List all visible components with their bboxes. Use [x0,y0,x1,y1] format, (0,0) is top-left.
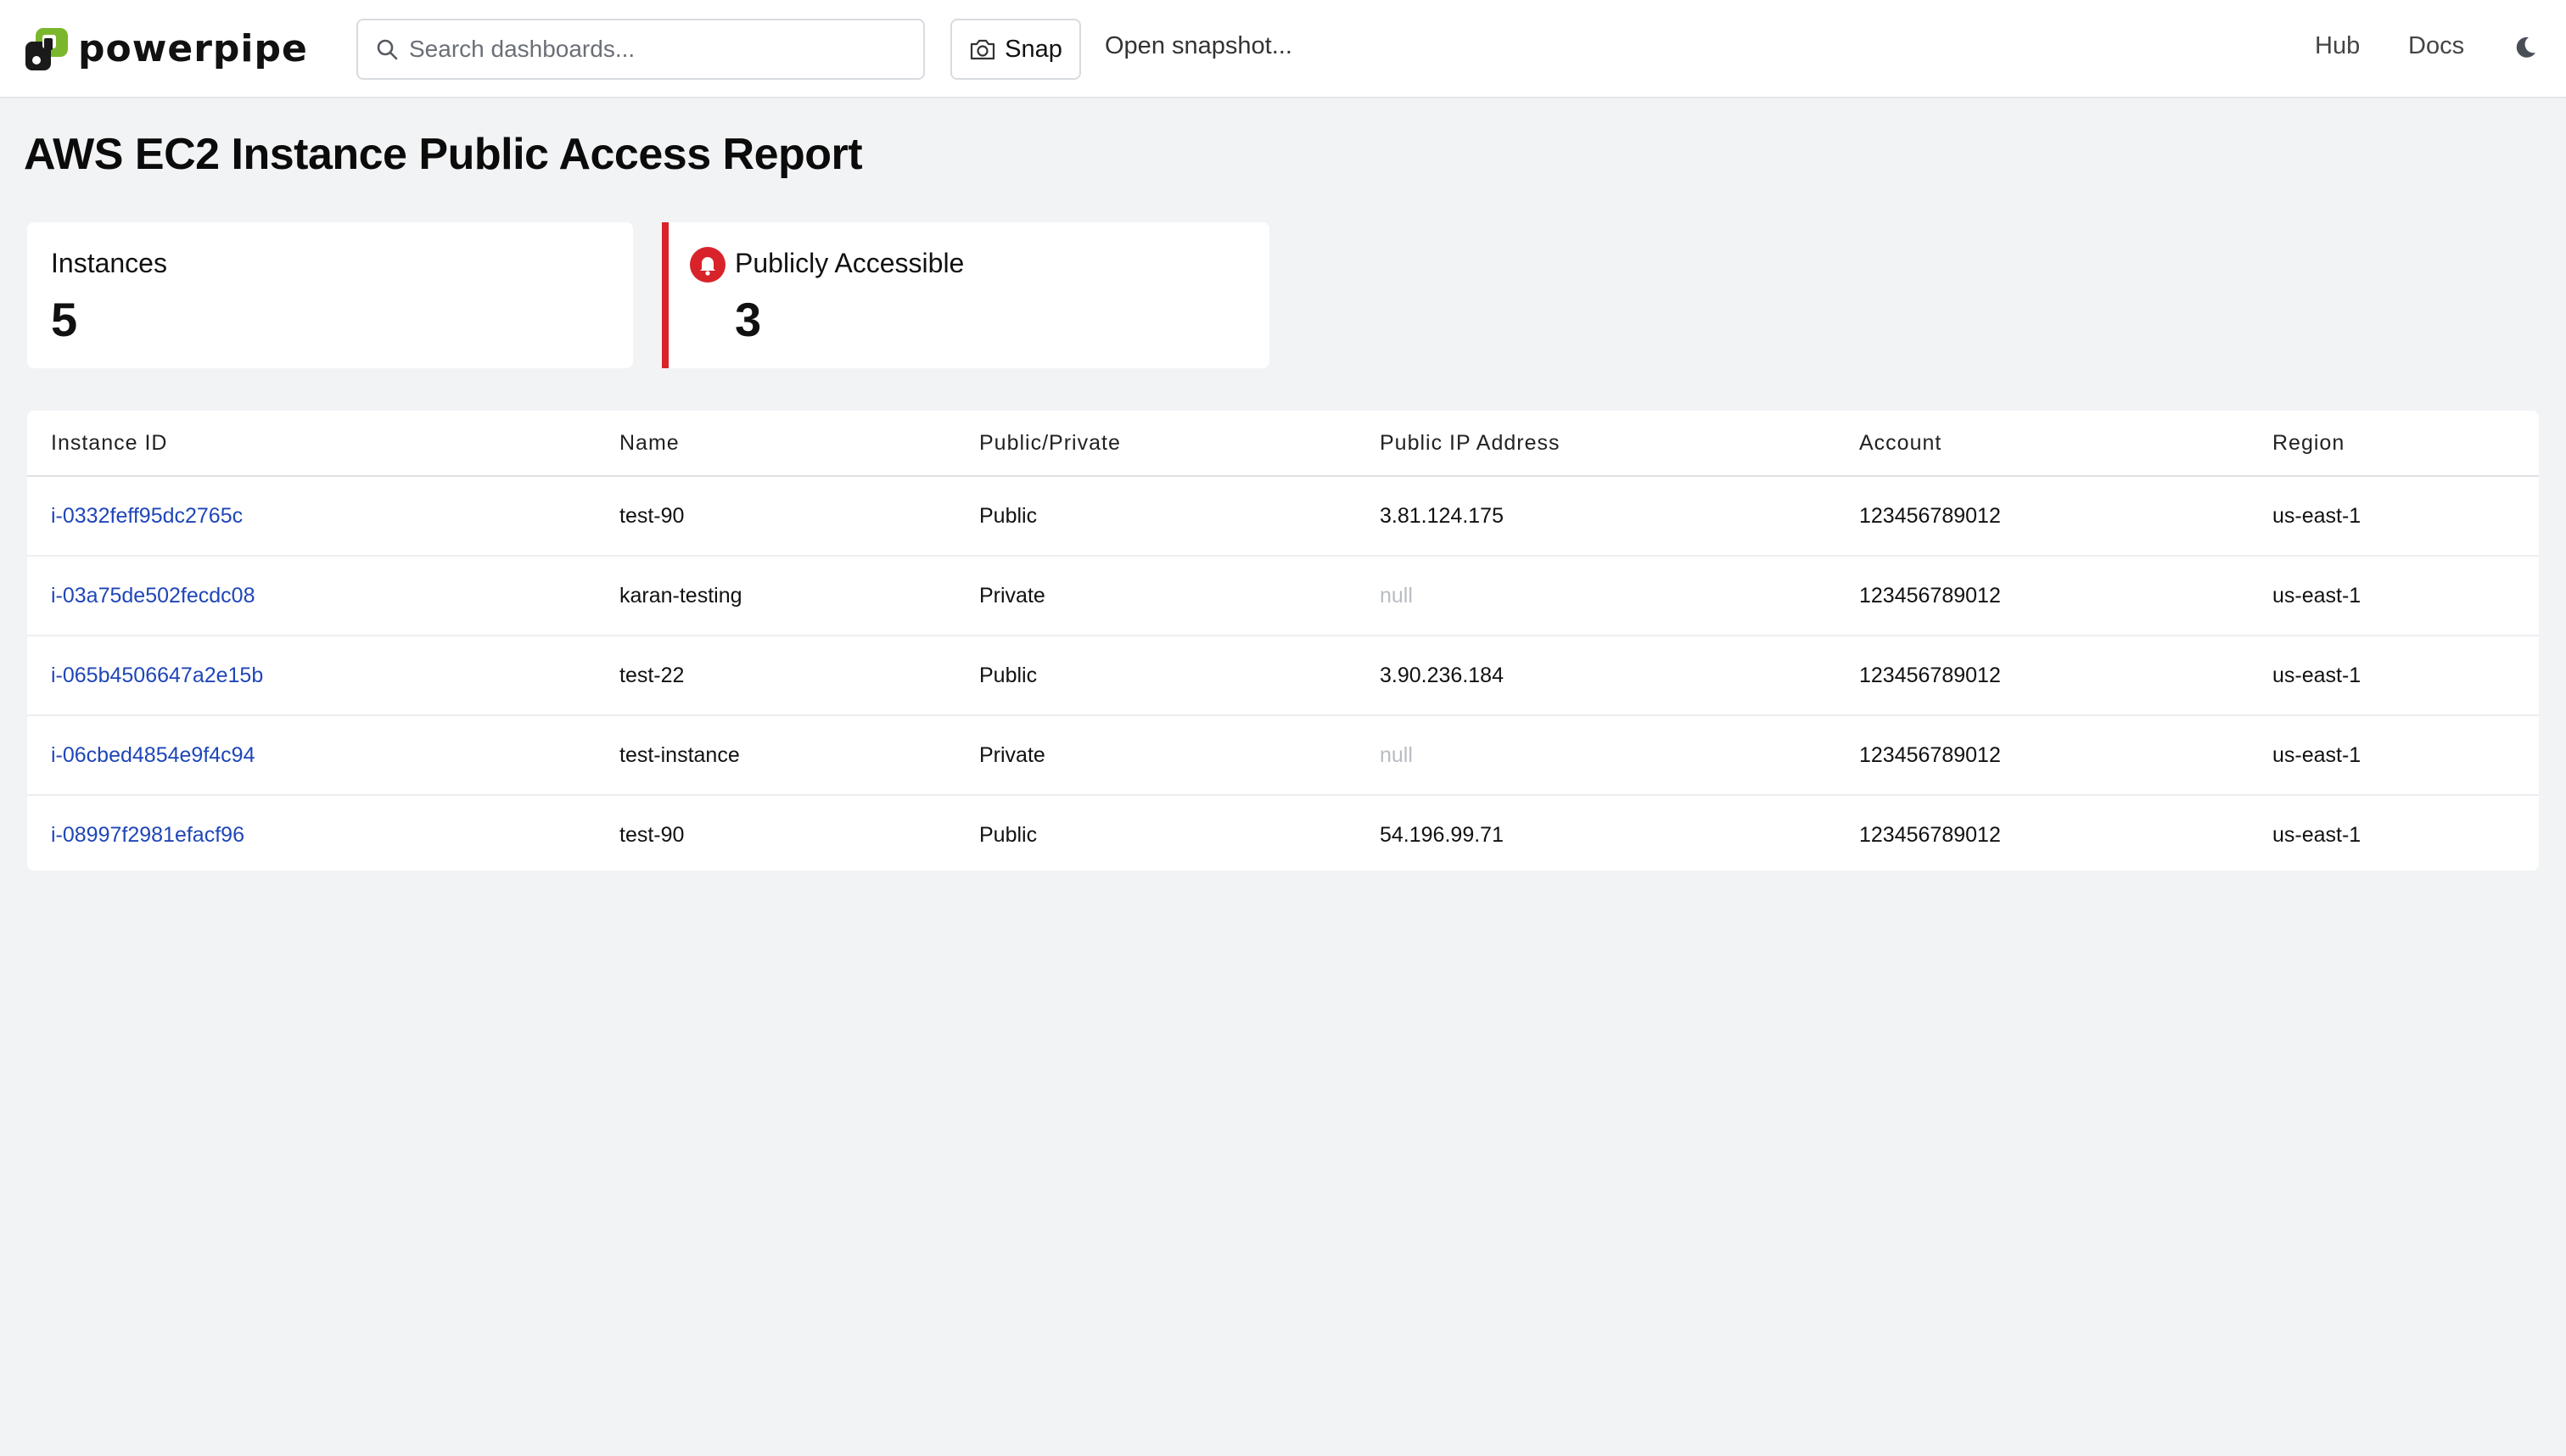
region-cell: us-east-1 [2249,556,2539,636]
instances-table-card: Instance ID Name Public/Private Public I… [27,411,2539,871]
public-ip-cell: null [1356,556,1835,636]
instance-id-link[interactable]: i-0332feff95dc2765c [51,504,243,528]
instance-id-link[interactable]: i-06cbed4854e9f4c94 [51,743,255,767]
table-row: i-08997f2981efacf96 test-90 Public 54.19… [27,795,2539,871]
column-header-instance-id[interactable]: Instance ID [27,411,596,477]
open-snapshot-link[interactable]: Open snapshot... [1105,32,1292,60]
instance-id-link[interactable]: i-08997f2981efacf96 [51,823,244,847]
powerpipe-logo[interactable]: powerpipe [24,25,308,73]
public-ip-cell: 3.90.236.184 [1356,636,1835,716]
instances-table: Instance ID Name Public/Private Public I… [27,411,2539,871]
column-header-public-private[interactable]: Public/Private [955,411,1356,477]
powerpipe-logo-icon [25,28,68,70]
instances-card: Instances 5 [27,222,633,368]
instances-card-label: Instances [51,248,167,278]
search-box[interactable] [356,19,925,80]
table-row: i-06cbed4854e9f4c94 test-instance Privat… [27,715,2539,796]
publicly-accessible-card-label: Publicly Accessible [735,248,965,278]
region-cell: us-east-1 [2272,822,2362,847]
name-cell: test-90 [619,822,685,847]
instance-id-cell: i-0332feff95dc2765c [27,476,596,557]
access-cell: Public [979,822,1038,847]
table-row: i-03a75de502fecdc08 karan-testing Privat… [27,556,2539,636]
camera-icon [971,39,995,60]
region-cell: us-east-1 [2249,715,2539,796]
alert-bell-icon [690,247,726,283]
column-header-region[interactable]: Region [2249,411,2539,477]
publicly-accessible-card-value: 3 [735,293,762,346]
access-cell: Public [955,636,1356,716]
name-cell: test-90 [596,476,955,557]
instance-id-link[interactable]: i-065b4506647a2e15b [51,664,263,687]
search-icon [377,39,398,60]
column-header-public-ip[interactable]: Public IP Address [1356,411,1835,477]
access-cell: Private [955,715,1356,796]
nav-docs-link[interactable]: Docs [2408,32,2464,60]
public-ip-cell: null [1356,715,1835,796]
account-cell: 123456789012 [1859,822,2001,847]
publicly-accessible-card: Publicly Accessible 3 [662,222,1269,368]
account-cell: 123456789012 [1835,715,2249,796]
nav-hub-link[interactable]: Hub [2315,32,2360,60]
column-header-name[interactable]: Name [596,411,955,477]
search-input[interactable] [409,24,901,75]
name-cell: test-22 [596,636,955,716]
column-header-account[interactable]: Account [1835,411,2249,477]
access-cell: Public [955,476,1356,557]
account-cell: 123456789012 [1835,476,2249,557]
name-cell: karan-testing [596,556,955,636]
instance-id-cell: i-08997f2981efacf96 [27,795,596,871]
table-row: i-065b4506647a2e15b test-22 Public 3.90.… [27,636,2539,716]
instance-id-link[interactable]: i-03a75de502fecdc08 [51,584,255,608]
dark-mode-moon-icon[interactable] [2512,34,2539,61]
public-ip-cell: 3.81.124.175 [1356,476,1835,557]
instances-card-value: 5 [51,293,78,346]
top-bar: powerpipe Snap Open snapshot... Hub Docs [0,0,2566,98]
table-row: i-0332feff95dc2765c test-90 Public 3.81.… [27,476,2539,557]
account-cell: 123456789012 [1835,636,2249,716]
instance-id-cell: i-03a75de502fecdc08 [27,556,596,636]
instance-id-cell: i-06cbed4854e9f4c94 [27,715,596,796]
account-cell: 123456789012 [1835,556,2249,636]
page-title: AWS EC2 Instance Public Access Report [24,130,863,179]
instance-id-cell: i-065b4506647a2e15b [27,636,596,716]
access-cell: Private [955,556,1356,636]
public-ip-cell: 54.196.99.71 [1380,822,1504,847]
region-cell: us-east-1 [2249,476,2539,557]
snap-label: Snap [1005,35,1062,63]
logo-text: powerpipe [78,27,308,70]
table-header-row: Instance ID Name Public/Private Public I… [27,411,2539,477]
snap-button[interactable]: Snap [950,19,1081,80]
region-cell: us-east-1 [2249,636,2539,716]
name-cell: test-instance [596,715,955,796]
